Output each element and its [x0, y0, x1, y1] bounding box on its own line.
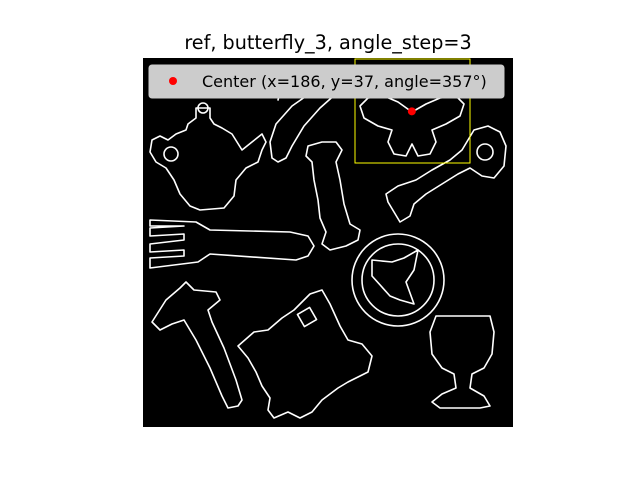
chart-title: ref, butterfly_3, angle_step=3 [184, 31, 471, 54]
legend: Center (x=186, y=37, angle=357°) [148, 64, 505, 99]
legend-label: Center (x=186, y=37, angle=357°) [202, 72, 487, 91]
image-background [143, 58, 513, 427]
scatter-point-center [407, 107, 416, 116]
legend-marker [169, 77, 177, 85]
image-axes [143, 58, 513, 427]
figure: ref, butterfly_3, angle_step=3 Center (x… [0, 0, 640, 480]
points-layer [407, 107, 416, 116]
